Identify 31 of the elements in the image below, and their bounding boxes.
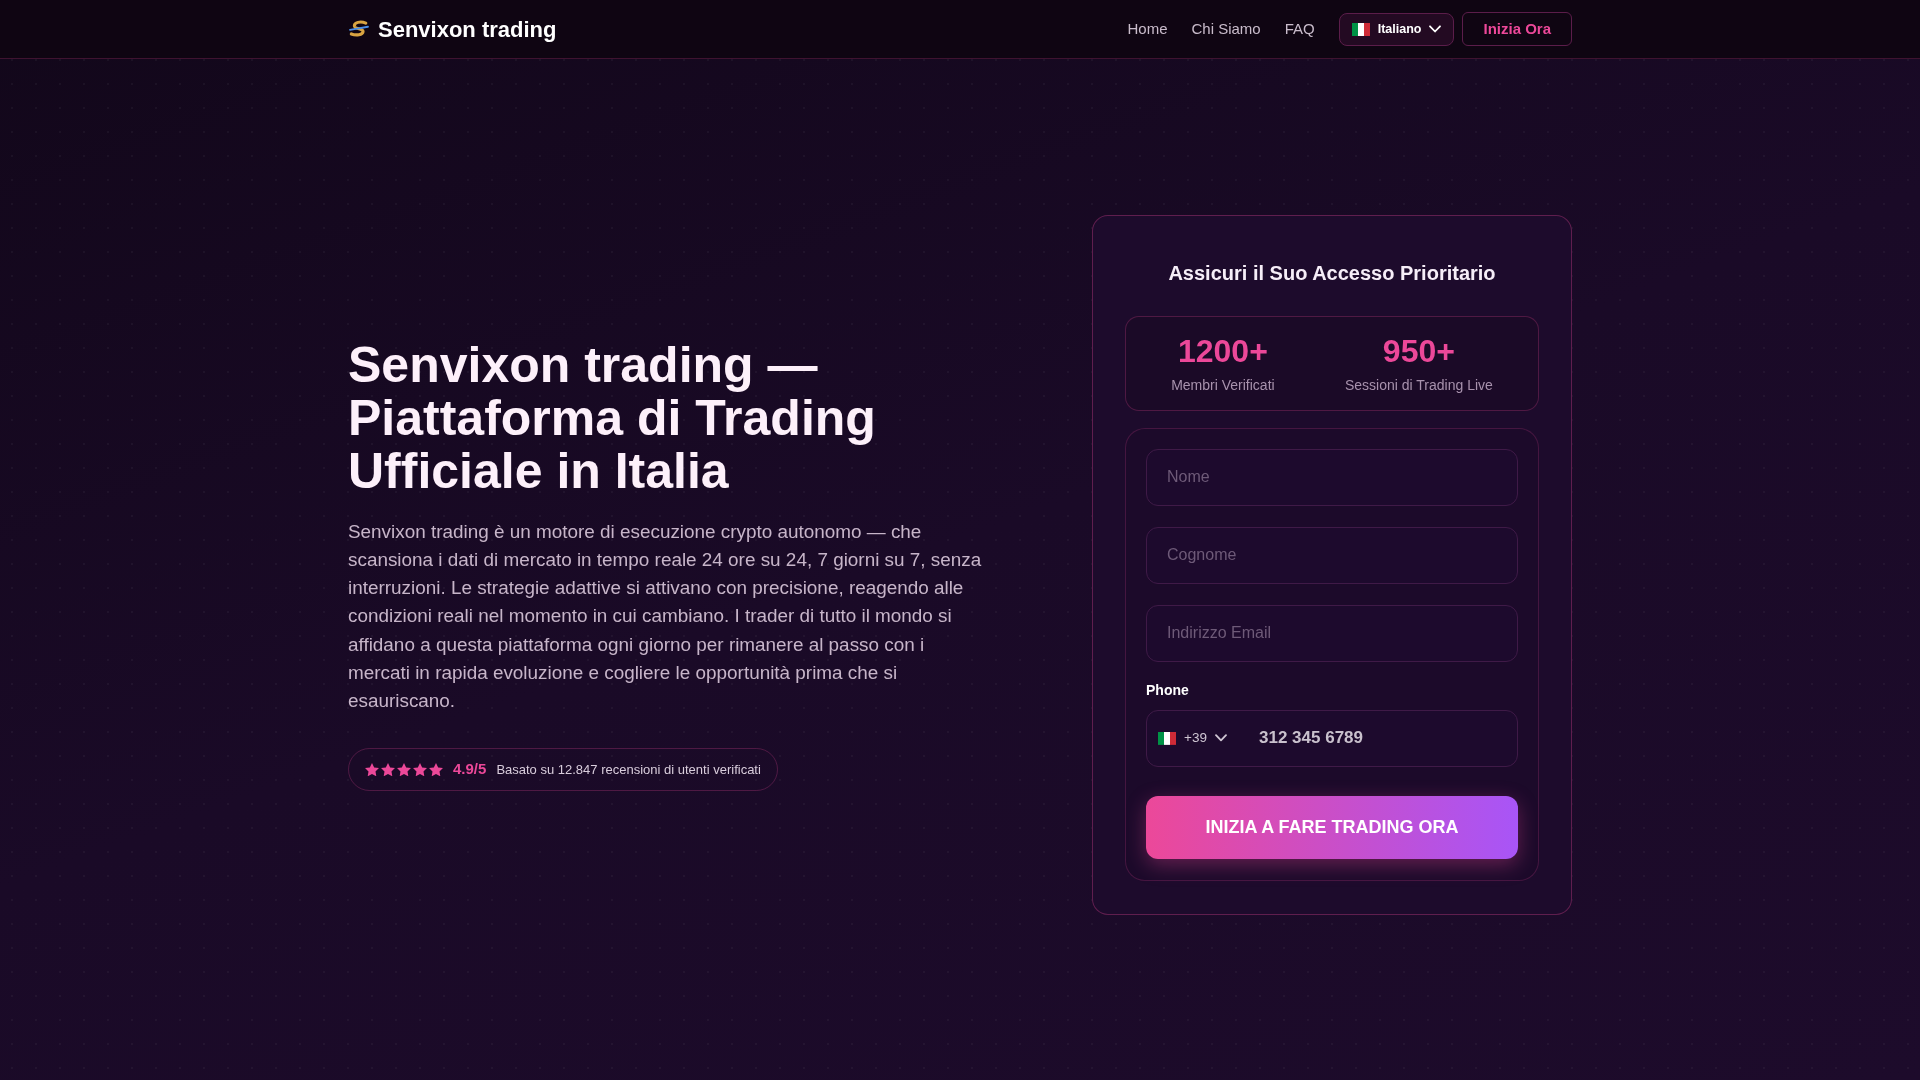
star-icon: [381, 762, 395, 777]
flag-icon: [1351, 22, 1370, 36]
hero-description: Senvixon trading è un motore di esecuzione crypto autonomo — che scansiona i dati di mercato in tempo reale 24 ore su 24, 7 giorni su 7, senza interruzioni. Le strategie adattive si attivano con precisione, reagendo alle condizioni reali nel momento in cui cambiano. I trader di tutto il mondo si affidano a questa piattaforma ogni giorno per rimanere al passo con i mercati in rapida evoluzione e cogliere le opportunità prima che si esauriscano.: [348, 519, 983, 713]
text-input[interactable]: Indirizzo Email: [1146, 604, 1518, 662]
text-input[interactable]: Nome: [1146, 448, 1518, 506]
nav-link[interactable]: Home: [1127, 17, 1168, 41]
nav-link[interactable]: Chi Siamo: [1191, 17, 1261, 41]
language-dropdown[interactable]: Italiano: [1338, 12, 1455, 46]
flag-icon: [1158, 731, 1176, 745]
stat-label: Membri Verificati: [1170, 375, 1276, 395]
star-icon: [365, 762, 379, 777]
logo-icon: [348, 20, 370, 38]
star-icon: [397, 762, 411, 777]
card-title: Assicuri il Suo Accesso Prioritario: [1167, 261, 1497, 286]
star-icon: [413, 762, 427, 777]
field-label: Phone: [1146, 681, 1190, 699]
rating-text: Basato su 12.847 recensioni di utenti verificati: [496, 760, 761, 779]
nav-link[interactable]: FAQ: [1284, 17, 1315, 41]
stat-label: Sessioni di Trading Live: [1343, 375, 1494, 395]
stat-value: 1200+: [1176, 333, 1269, 370]
rating-score: 4.9/5: [453, 759, 487, 780]
cta-button[interactable]: Inizia Ora: [1462, 12, 1572, 46]
stat-value: 950+: [1381, 333, 1456, 370]
hero-title: Senvixon trading — Piattaforma di Trading Ufficiale in Italia: [348, 338, 877, 498]
chevron-down-icon: [1429, 25, 1442, 33]
brand-name[interactable]: Senvixon trading: [378, 12, 557, 46]
submit-button[interactable]: INIZIA A FARE TRADING ORA: [1146, 795, 1518, 859]
star-icon: [429, 762, 443, 777]
text-input[interactable]: Cognome: [1146, 526, 1518, 584]
country-code-dropdown[interactable]: +39: [1158, 724, 1227, 753]
chevron-down-icon: [1214, 734, 1227, 743]
